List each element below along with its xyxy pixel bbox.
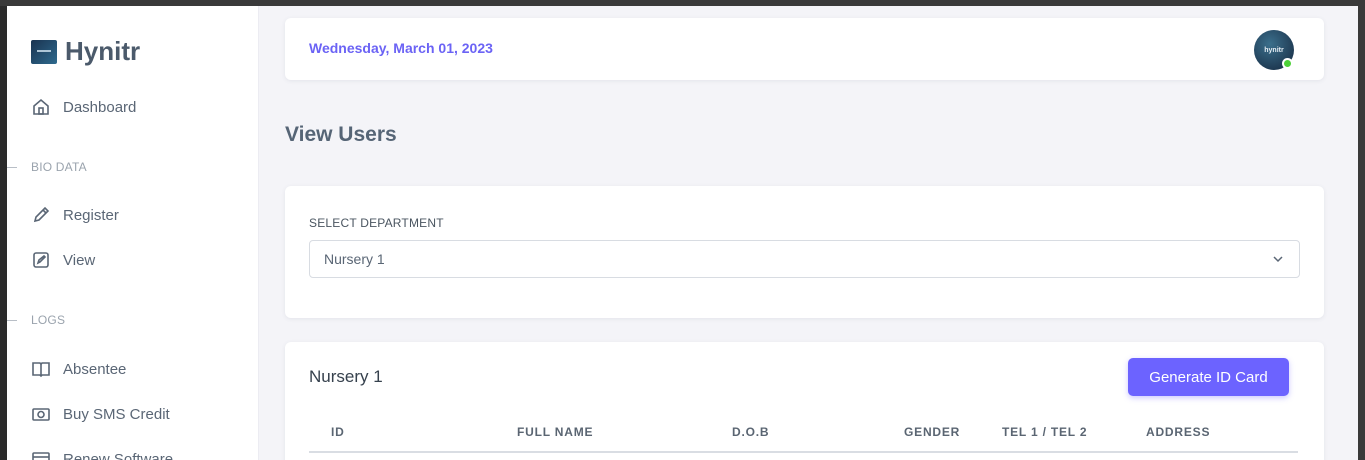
column-header-address[interactable]: ADDRESS	[1146, 425, 1210, 439]
avatar-label: hynitr	[1264, 46, 1284, 54]
column-header-dob[interactable]: D.O.B	[732, 425, 769, 439]
card-icon	[32, 452, 50, 460]
sidebar-item-label: View	[63, 251, 96, 269]
sidebar: Hynitr Dashboard BIO DATA Register View	[7, 6, 259, 460]
camera-icon	[32, 408, 50, 421]
current-date: Wednesday, March 01, 2023	[309, 40, 493, 56]
brand-logo	[31, 39, 57, 64]
sidebar-item-absentee[interactable]: Absentee	[31, 359, 126, 379]
sidebar-item-renew-software[interactable]: Renew Software	[31, 449, 173, 460]
sidebar-item-buy-sms-credit[interactable]: Buy SMS Credit	[31, 404, 170, 424]
chevron-down-icon	[1273, 256, 1283, 263]
column-header-full-name[interactable]: FULL NAME	[517, 425, 593, 439]
top-bar: Wednesday, March 01, 2023 hynitr	[285, 18, 1324, 80]
sidebar-item-label: Absentee	[63, 360, 127, 378]
sidebar-item-label: Dashboard	[63, 98, 137, 116]
section-bio-data: BIO DATA	[7, 160, 87, 174]
sidebar-item-label: Buy SMS Credit	[63, 405, 170, 423]
users-list-card: Nursery 1 Generate ID Card ID FULL NAME …	[285, 342, 1324, 460]
sidebar-item-register[interactable]: Register	[31, 205, 119, 225]
department-select[interactable]: Nursery 1	[309, 240, 1300, 278]
column-header-gender[interactable]: GENDER	[904, 425, 960, 439]
sidebar-item-label: Register	[63, 206, 119, 224]
column-header-id[interactable]: ID	[331, 425, 345, 439]
generate-id-card-button[interactable]: Generate ID Card	[1128, 358, 1289, 396]
section-label: LOGS	[31, 313, 66, 327]
window-right-edge	[1358, 6, 1365, 460]
app-window: Hynitr Dashboard BIO DATA Register View	[7, 6, 1358, 460]
table-header-divider	[309, 451, 1298, 453]
page-title: View Users	[285, 123, 397, 146]
brand[interactable]: Hynitr	[31, 36, 140, 67]
section-dash	[7, 166, 17, 168]
online-status-dot	[1282, 58, 1293, 69]
section-dash	[7, 319, 17, 321]
section-logs: LOGS	[7, 313, 65, 327]
department-filter-card: SELECT DEPARTMENT Nursery 1	[285, 186, 1324, 318]
department-selected-value: Nursery 1	[324, 251, 385, 267]
sidebar-item-label: Renew Software	[63, 450, 174, 460]
column-header-tel[interactable]: TEL 1 / TEL 2	[1002, 425, 1087, 439]
book-icon	[32, 362, 50, 378]
brand-name: Hynitr	[65, 36, 141, 66]
edit-square-icon	[33, 252, 49, 268]
section-label: BIO DATA	[31, 160, 87, 174]
sidebar-item-view[interactable]: View	[31, 250, 95, 270]
main-content: Wednesday, March 01, 2023 hynitr View Us…	[259, 6, 1358, 460]
home-icon	[33, 98, 49, 115]
sidebar-item-dashboard[interactable]: Dashboard	[31, 97, 136, 117]
pencil-icon	[33, 206, 50, 223]
department-label: SELECT DEPARTMENT	[309, 216, 444, 230]
list-title: Nursery 1	[309, 367, 383, 386]
